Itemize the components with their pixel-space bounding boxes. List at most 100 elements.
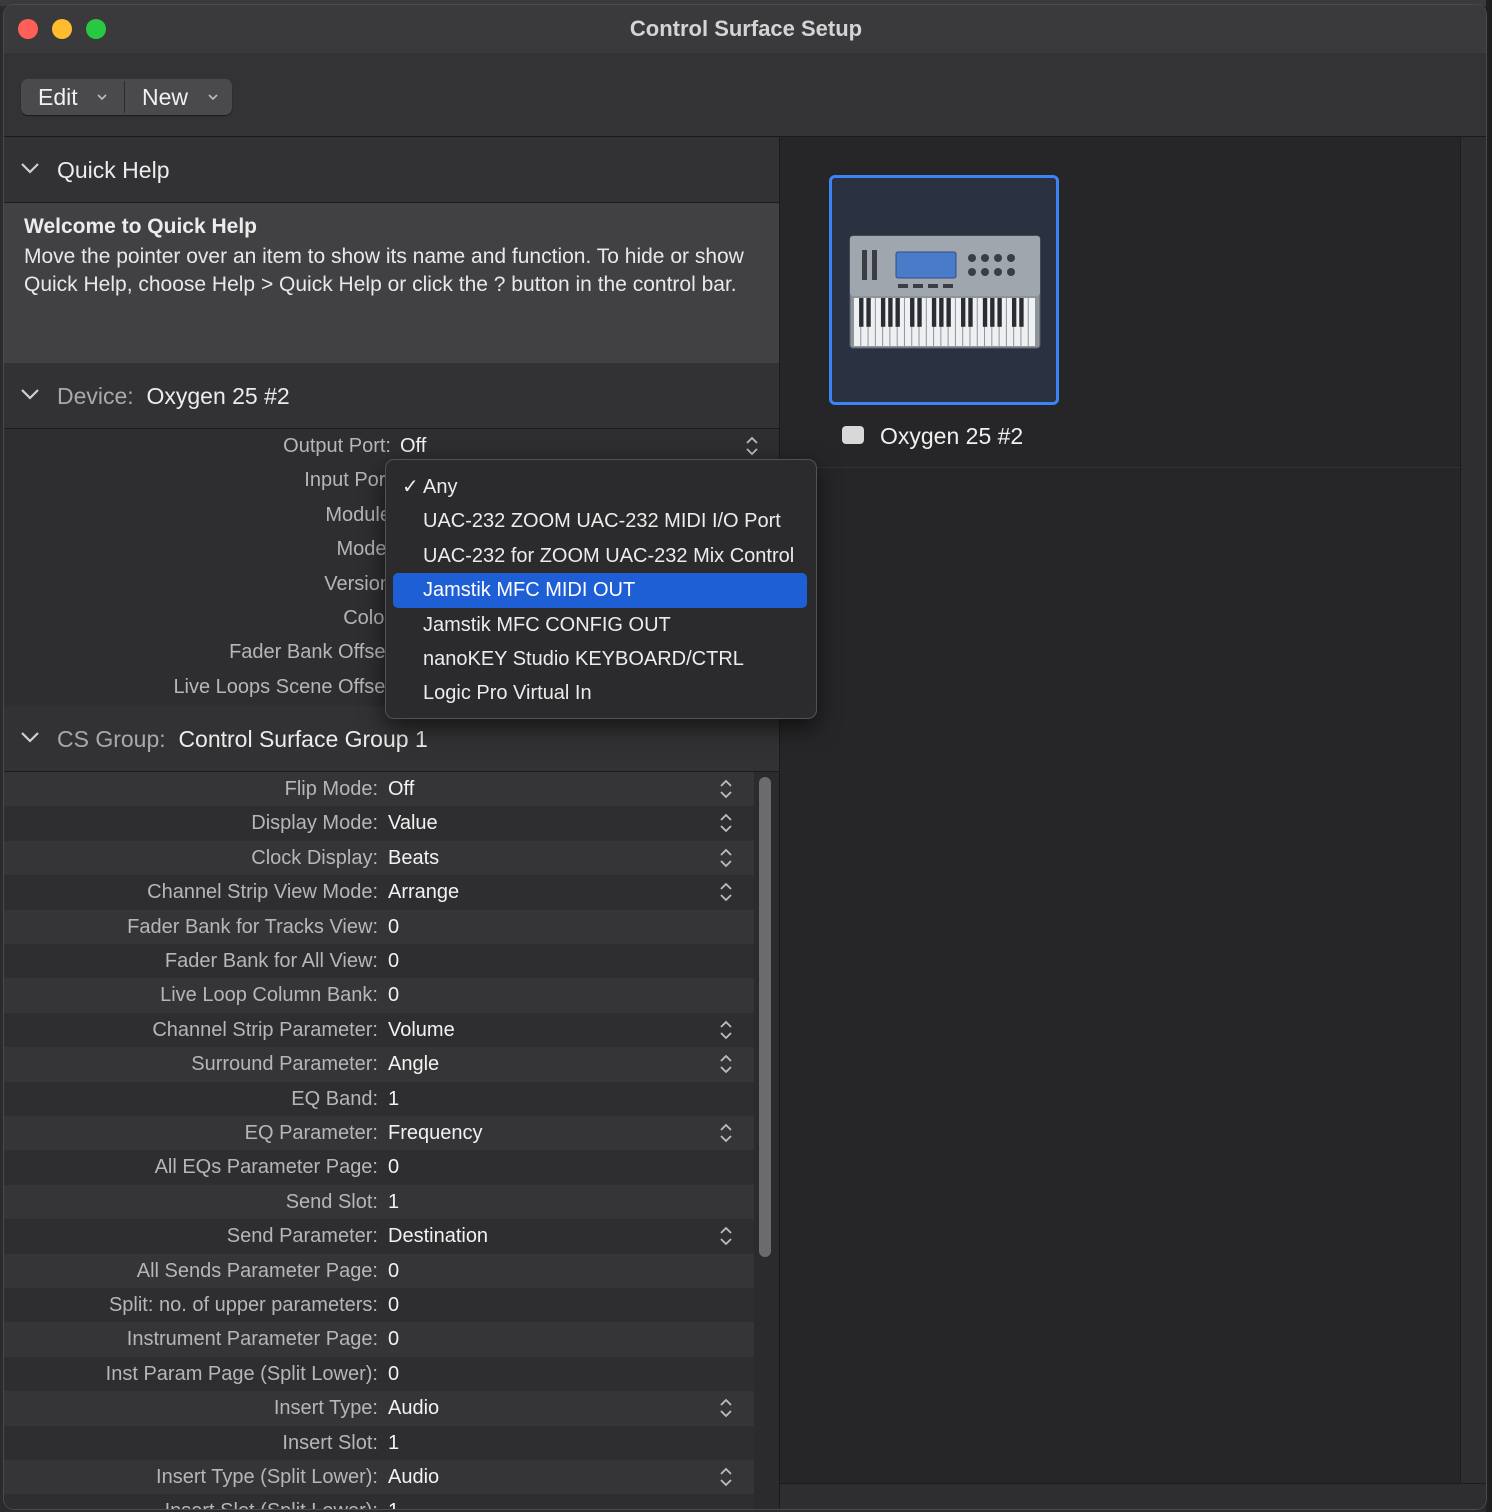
stepper-chevrons-icon[interactable] <box>719 1397 733 1419</box>
cs-param-row-value[interactable]: Audio <box>388 1391 439 1425</box>
device-label: Device: <box>57 383 134 409</box>
stepper-chevrons-icon[interactable] <box>719 1466 733 1488</box>
menu-item[interactable]: UAC-232 for ZOOM UAC-232 Mix Control <box>393 539 807 573</box>
canvas-vertical-scrollbar[interactable] <box>1460 137 1486 1483</box>
disclosure-chevron-icon[interactable] <box>20 161 40 175</box>
cs-param-row[interactable]: Split: no. of upper parameters: 0 <box>4 1288 754 1323</box>
cs-param-row-value[interactable]: Angle <box>388 1047 439 1081</box>
black-key <box>917 298 922 327</box>
stepper-chevrons-icon[interactable] <box>719 881 733 903</box>
device-param-row-label: Input Port <box>304 469 391 492</box>
cs-param-row[interactable]: Inst Param Page (Split Lower): 0 <box>4 1356 754 1392</box>
cs-param-row[interactable]: Channel Strip Parameter: Volume <box>4 1012 754 1048</box>
title-bar[interactable]: Control Surface Setup <box>4 5 1486 53</box>
cs-param-row[interactable]: Channel Strip View Mode: Arrange <box>4 875 754 910</box>
cs-param-row[interactable]: Send Slot: 1 <box>4 1184 754 1220</box>
cs-param-row[interactable]: Clock Display: Beats <box>4 840 754 876</box>
cs-param-row[interactable]: Fader Bank for All View: 0 <box>4 944 754 979</box>
new-menu-label: New <box>142 84 189 110</box>
device-param-row-label: Version <box>324 572 391 595</box>
cs-param-row[interactable]: All Sends Parameter Page: 0 <box>4 1253 754 1288</box>
black-key <box>895 298 900 327</box>
cs-param-row[interactable]: Insert Slot: 1 <box>4 1425 754 1460</box>
cs-param-row-label: Channel Strip View Mode: <box>147 881 378 904</box>
device-tile-name: Oxygen 25 #2 <box>880 423 1024 449</box>
cs-param-row-value: 0 <box>388 1156 400 1179</box>
cs-param-row-value[interactable]: Beats <box>388 841 439 875</box>
cs-param-row[interactable]: Insert Type (Split Lower): Audio <box>4 1460 754 1495</box>
menu-item[interactable]: ✓ Any <box>393 470 807 504</box>
black-key <box>866 298 871 327</box>
canvas-horizontal-scrollbar[interactable] <box>780 1483 1486 1509</box>
stepper-chevrons-icon[interactable] <box>719 778 733 800</box>
menu-item[interactable]: Logic Pro Virtual In <box>393 676 807 710</box>
stepper-chevrons-icon[interactable] <box>719 847 733 869</box>
cs-param-row-value[interactable]: Off <box>388 772 414 806</box>
cs-param-row[interactable]: All EQs Parameter Page: 0 <box>4 1150 754 1185</box>
cs-param-row[interactable]: Display Mode: Value <box>4 806 754 841</box>
black-key <box>888 298 893 327</box>
cs-param-row[interactable]: EQ Parameter: Frequency <box>4 1116 754 1151</box>
device-param-row-label: Output Port: <box>283 435 391 457</box>
stepper-chevrons-icon[interactable] <box>719 1122 733 1144</box>
black-key <box>1011 298 1017 327</box>
black-key <box>990 298 995 327</box>
menu-item-label: Jamstik MFC CONFIG OUT <box>423 613 671 636</box>
toolbar-menu-group: Edit New <box>21 79 232 115</box>
stepper-chevrons-icon[interactable] <box>719 1019 733 1041</box>
menu-item[interactable]: Jamstik MFC MIDI OUT <box>393 573 807 608</box>
close-window-button[interactable] <box>18 19 38 39</box>
new-menu-button[interactable]: New <box>125 79 232 115</box>
cs-param-row-label: All Sends Parameter Page: <box>136 1259 378 1282</box>
edit-menu-button[interactable]: Edit <box>21 79 124 115</box>
cs-param-row-value: 0 <box>388 1259 400 1282</box>
menu-item[interactable]: Jamstik MFC CONFIG OUT <box>393 608 807 642</box>
menu-item[interactable]: nanoKEY Studio KEYBOARD/CTRL <box>393 642 807 676</box>
disclosure-chevron-icon[interactable] <box>20 730 40 744</box>
cs-param-row-value[interactable]: Audio <box>388 1460 439 1494</box>
cs-param-row[interactable]: Live Loop Column Bank: 0 <box>4 978 754 1013</box>
cs-param-row-value: 0 <box>388 915 400 938</box>
device-select-checkbox[interactable] <box>842 426 864 444</box>
black-key <box>997 298 1002 327</box>
cs-param-row-label: Flip Mode: <box>284 778 378 800</box>
disclosure-chevron-icon[interactable] <box>20 387 40 401</box>
device-param-row-value[interactable]: Off <box>400 429 426 463</box>
zoom-window-button[interactable] <box>86 19 106 39</box>
minimize-window-button[interactable] <box>52 19 72 39</box>
midi-keyboard-icon <box>849 235 1041 349</box>
stepper-chevrons-icon[interactable] <box>719 1225 733 1247</box>
black-key <box>961 298 966 327</box>
stepper-chevrons-icon[interactable] <box>719 1053 733 1075</box>
cs-param-row[interactable]: Send Parameter: Destination <box>4 1219 754 1254</box>
device-tile[interactable] <box>829 175 1059 405</box>
menu-item[interactable]: UAC-232 ZOOM UAC-232 MIDI I/O Port <box>393 504 807 538</box>
cs-param-row-value[interactable]: Value <box>388 806 438 840</box>
quick-help-text: Move the pointer over an item to show it… <box>24 245 744 296</box>
cs-param-row[interactable]: Flip Mode: Off <box>4 772 754 807</box>
quick-help-header[interactable]: Quick Help <box>4 137 779 203</box>
cs-param-row-value: 0 <box>388 1362 400 1385</box>
cs-param-row-label: Insert Slot: <box>282 1431 378 1454</box>
device-header[interactable]: Device: Oxygen 25 #2 <box>4 363 779 429</box>
cs-param-row-label: Instrument Parameter Page: <box>126 1328 378 1351</box>
stepper-chevrons-icon[interactable] <box>719 812 733 834</box>
cs-param-row[interactable]: Insert Slot (Split Lower): 1 <box>4 1494 754 1509</box>
cs-param-row-label: Send Parameter: <box>226 1225 378 1248</box>
cs-param-row-value[interactable]: Arrange <box>388 875 459 909</box>
canvas-divider <box>780 467 1460 468</box>
menu-item-label: UAC-232 ZOOM UAC-232 MIDI I/O Port <box>423 510 781 533</box>
cs-param-row[interactable]: Insert Type: Audio <box>4 1391 754 1426</box>
stepper-chevrons-icon[interactable] <box>745 435 759 457</box>
cs-param-row[interactable]: Surround Parameter: Angle <box>4 1047 754 1082</box>
cs-param-row[interactable]: Fader Bank for Tracks View: 0 <box>4 909 754 944</box>
cs-param-row-value[interactable]: Destination <box>388 1219 488 1253</box>
cs-param-row-value[interactable]: Volume <box>388 1013 455 1047</box>
cs-param-row[interactable]: EQ Band: 1 <box>4 1081 754 1116</box>
black-key <box>968 298 973 327</box>
inspector-scrollbar-thumb[interactable] <box>759 777 771 1257</box>
cs-param-row-value[interactable]: Frequency <box>388 1116 483 1150</box>
cs-param-row-value: 1 <box>388 1431 400 1454</box>
cs-param-row[interactable]: Instrument Parameter Page: 0 <box>4 1322 754 1357</box>
device-heading: Device: Oxygen 25 #2 <box>57 363 290 429</box>
